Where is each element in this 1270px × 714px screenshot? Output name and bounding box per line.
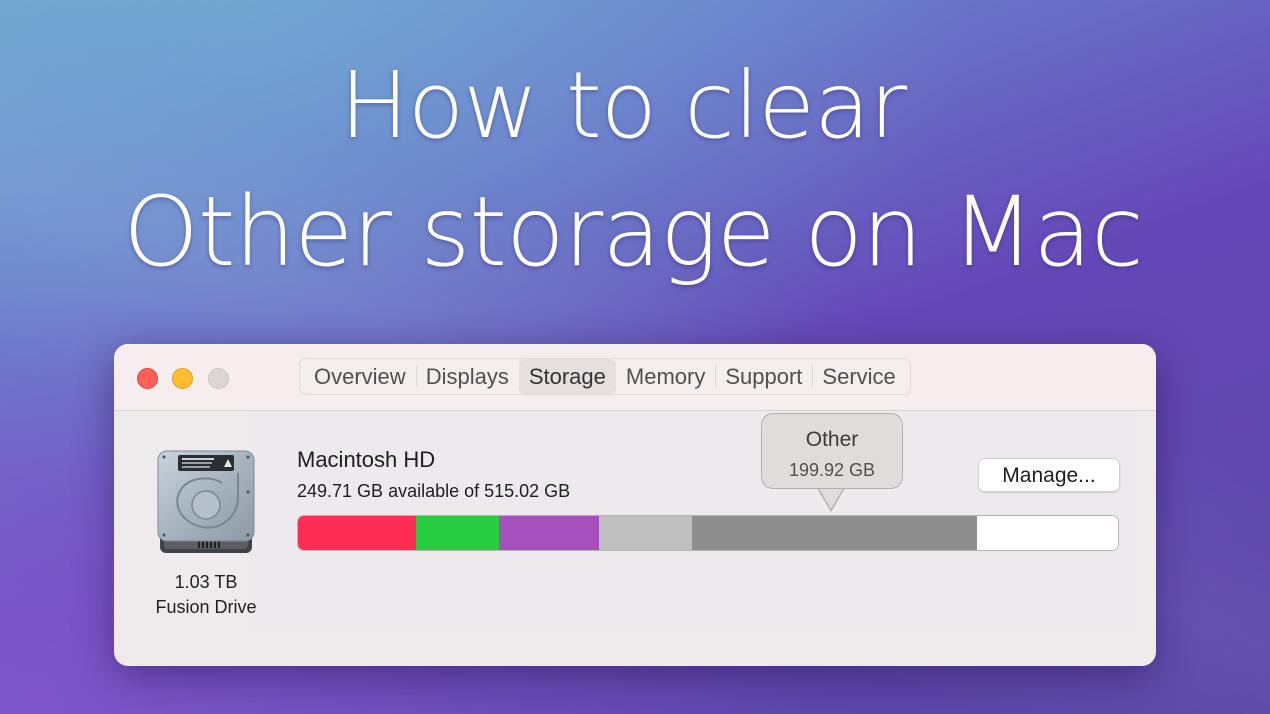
volume-available: 249.71 GB available of 515.02 GB <box>297 481 571 501</box>
tab-support[interactable]: Support <box>715 359 812 394</box>
bar-segment-category-purple[interactable] <box>498 516 599 550</box>
close-button[interactable] <box>137 368 158 389</box>
drive-capacity: 1.03 TB <box>174 572 238 592</box>
about-this-mac-window: Overview Displays Storage Memory Support… <box>114 344 1156 666</box>
volume-name: Macintosh HD <box>297 447 436 472</box>
tooltip-category: Other <box>805 428 859 451</box>
tab-service[interactable]: Service <box>812 359 905 394</box>
storage-tooltip: Other 199.92 GB <box>761 413 903 489</box>
storage-usage-bar[interactable] <box>297 515 1119 551</box>
title-bar: Overview Displays Storage Memory Support… <box>114 344 1156 411</box>
tab-displays[interactable]: Displays <box>415 359 519 394</box>
minimize-button[interactable] <box>172 368 193 389</box>
tab-bar: Overview Displays Storage Memory Support… <box>299 358 911 395</box>
bar-segment-category-green[interactable] <box>416 516 499 550</box>
bar-segment-category-other[interactable] <box>691 516 977 550</box>
storage-panel: 1.03 TB Fusion Drive Macintosh HD 249.71… <box>114 411 1156 666</box>
bar-segment-free-space[interactable] <box>976 516 1118 550</box>
tab-memory[interactable]: Memory <box>616 359 715 394</box>
tab-storage[interactable]: Storage <box>518 359 616 394</box>
drive-type: Fusion Drive <box>155 597 257 617</box>
tab-overview[interactable]: Overview <box>304 359 416 394</box>
manage-button[interactable]: Manage... <box>978 458 1120 492</box>
zoom-button[interactable] <box>208 368 229 389</box>
tooltip-size: 199.92 GB <box>788 460 876 480</box>
headline-line-1: How to clear <box>339 52 908 159</box>
bar-segment-category-red[interactable] <box>298 516 417 550</box>
bar-segment-category-light-gray[interactable] <box>598 516 692 550</box>
tooltip-arrow-fill <box>818 487 844 509</box>
headline-line-2: Other storage on Mac <box>123 176 1144 288</box>
hard-drive-icon <box>154 447 258 557</box>
